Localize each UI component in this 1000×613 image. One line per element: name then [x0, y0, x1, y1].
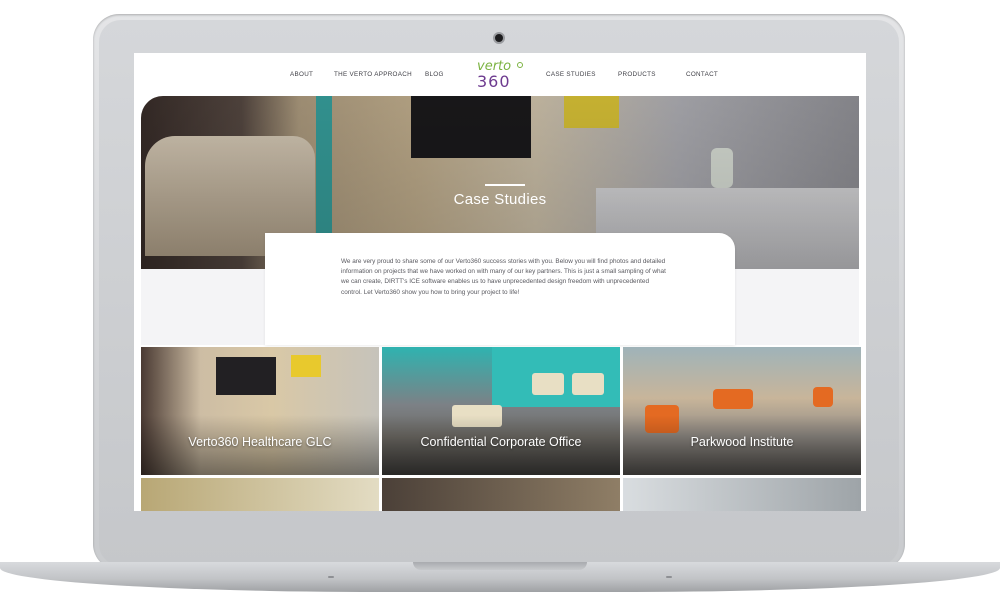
- website-screen: ABOUT THE VERTO APPROACH BLOG verto 360 …: [134, 53, 866, 511]
- case-study-tile[interactable]: [623, 478, 861, 511]
- tile-monitor-image: [216, 357, 276, 395]
- webcam-icon: [495, 34, 503, 42]
- case-study-tile[interactable]: [382, 478, 620, 511]
- case-study-grid: Verto360 Healthcare GLC Confidential Cor…: [141, 347, 861, 511]
- tile-armchair: [532, 373, 564, 395]
- nav-contact[interactable]: CONTACT: [686, 71, 718, 78]
- case-study-title: Parkwood Institute: [690, 435, 794, 449]
- nav-verto-approach[interactable]: THE VERTO APPROACH: [334, 71, 412, 78]
- tile-orange-chair: [813, 387, 833, 407]
- laptop-foot: [328, 576, 334, 578]
- tile-yellow-box: [291, 355, 321, 377]
- hero-title-divider: [485, 184, 525, 186]
- nav-case-studies[interactable]: CASE STUDIES: [546, 71, 596, 78]
- case-study-tile[interactable]: [141, 478, 379, 511]
- nav-products[interactable]: PRODUCTS: [618, 71, 656, 78]
- logo-degree-icon: [517, 62, 523, 68]
- nav-about[interactable]: ABOUT: [290, 71, 313, 78]
- verto360-logo[interactable]: verto 360: [477, 59, 523, 93]
- logo-wordmark-bottom: 360: [477, 72, 511, 91]
- case-study-tile[interactable]: Parkwood Institute: [623, 347, 861, 475]
- case-study-title: Confidential Corporate Office: [420, 435, 582, 449]
- case-study-tile[interactable]: Confidential Corporate Office: [382, 347, 620, 475]
- page-title: Case Studies: [453, 191, 547, 208]
- laptop-foot: [666, 576, 672, 578]
- case-study-tile[interactable]: Verto360 Healthcare GLC: [141, 347, 379, 475]
- intro-paragraph: We are very proud to share some of our V…: [341, 258, 666, 296]
- top-navigation: ABOUT THE VERTO APPROACH BLOG verto 360 …: [134, 53, 866, 95]
- case-study-title: Verto360 Healthcare GLC: [188, 435, 332, 449]
- tile-orange-chair: [713, 389, 753, 409]
- nav-blog[interactable]: BLOG: [425, 71, 444, 78]
- intro-card: We are very proud to share some of our V…: [265, 233, 735, 345]
- tile-armchair: [572, 373, 604, 395]
- laptop-notch: [413, 562, 587, 570]
